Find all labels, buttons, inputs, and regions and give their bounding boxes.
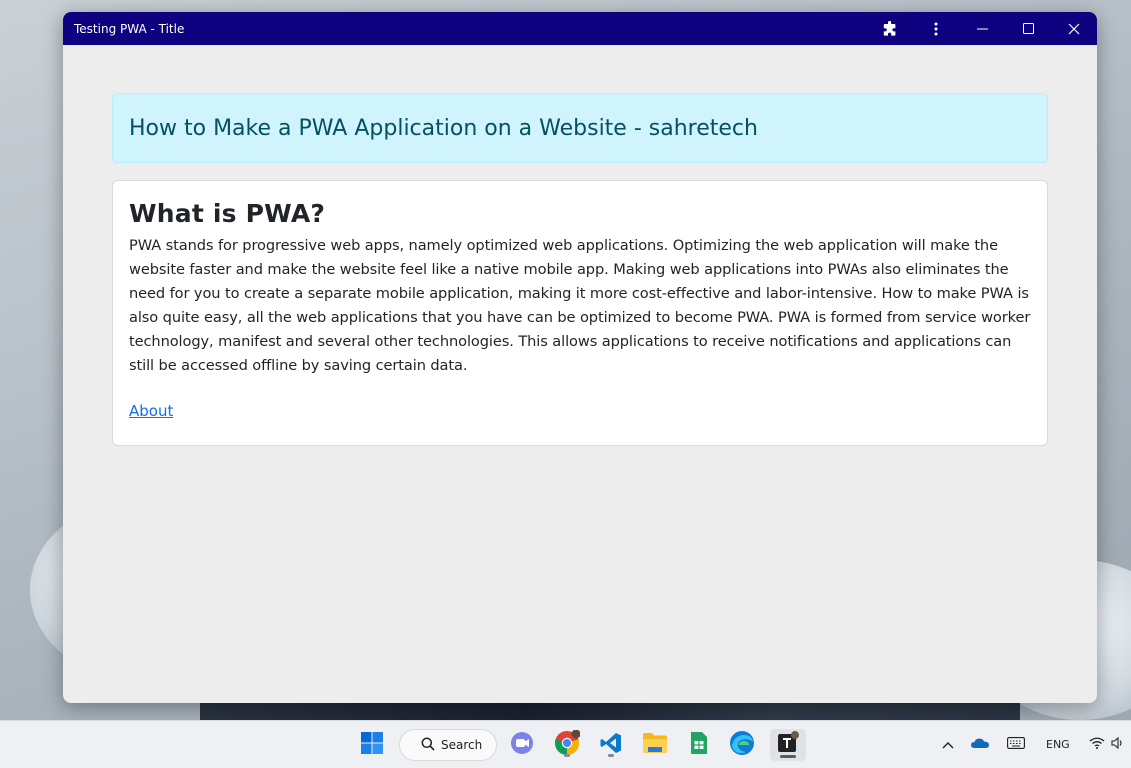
extensions-button[interactable]: [867, 12, 913, 45]
teams-chat-icon: [510, 731, 534, 760]
volume-icon: [1111, 736, 1125, 754]
search-label: Search: [441, 738, 483, 752]
window-controls: [867, 12, 1097, 45]
minimize-button[interactable]: [959, 12, 1005, 45]
close-icon: [1068, 23, 1080, 35]
title-bar[interactable]: Testing PWA - Title: [63, 12, 1097, 45]
edge-icon: [729, 730, 755, 761]
app-menu-button[interactable]: [913, 12, 959, 45]
taskbar-search[interactable]: Search: [399, 729, 497, 761]
wifi-icon: [1089, 736, 1105, 754]
active-indicator: [780, 755, 796, 758]
network-button[interactable]: [1086, 729, 1108, 761]
close-button[interactable]: [1051, 12, 1097, 45]
cloud-icon: [970, 736, 990, 754]
chevron-up-icon: [942, 736, 954, 754]
taskbar-file-explorer[interactable]: [639, 729, 671, 761]
page-content: How to Make a PWA Application on a Websi…: [112, 93, 1048, 446]
running-indicator: [564, 754, 570, 757]
maximize-button[interactable]: [1005, 12, 1051, 45]
card-title: What is PWA?: [129, 199, 326, 228]
taskbar-teams[interactable]: [506, 729, 538, 761]
show-hidden-icons-button[interactable]: [934, 729, 962, 761]
taskbar-vscode[interactable]: [595, 729, 627, 761]
sheets-icon: [689, 731, 709, 760]
windows-logo-icon: [360, 731, 384, 760]
search-icon: [421, 737, 441, 754]
kebab-menu-icon: [934, 22, 938, 36]
maximize-icon: [1022, 23, 1034, 34]
alert-heading: How to Make a PWA Application on a Websi…: [129, 115, 758, 141]
minimize-icon: [976, 28, 988, 30]
keyboard-icon: [1007, 736, 1025, 754]
taskbar: Search ENG: [0, 720, 1131, 768]
app-window: Testing PWA - Title How to Make a PWA Ap…: [63, 12, 1097, 703]
folder-icon: [642, 732, 668, 759]
start-button[interactable]: [356, 729, 388, 761]
window-title: Testing PWA - Title: [74, 21, 185, 36]
taskbar-pwa-app[interactable]: [770, 729, 806, 761]
info-alert: How to Make a PWA Application on a Websi…: [112, 93, 1048, 163]
taskbar-edge[interactable]: [726, 729, 758, 761]
taskbar-sheets[interactable]: [683, 729, 715, 761]
onedrive-button[interactable]: [966, 729, 994, 761]
about-link[interactable]: About: [129, 402, 173, 420]
language-indicator[interactable]: ENG: [1046, 738, 1070, 751]
running-indicator: [608, 754, 614, 757]
info-card: What is PWA? PWA stands for progressive …: [112, 180, 1048, 446]
taskbar-chrome[interactable]: [551, 729, 583, 761]
puzzle-icon: [882, 20, 898, 37]
touch-keyboard-button[interactable]: [1002, 729, 1030, 761]
card-body-text: PWA stands for progressive web apps, nam…: [129, 237, 1031, 374]
volume-button[interactable]: [1108, 729, 1128, 761]
